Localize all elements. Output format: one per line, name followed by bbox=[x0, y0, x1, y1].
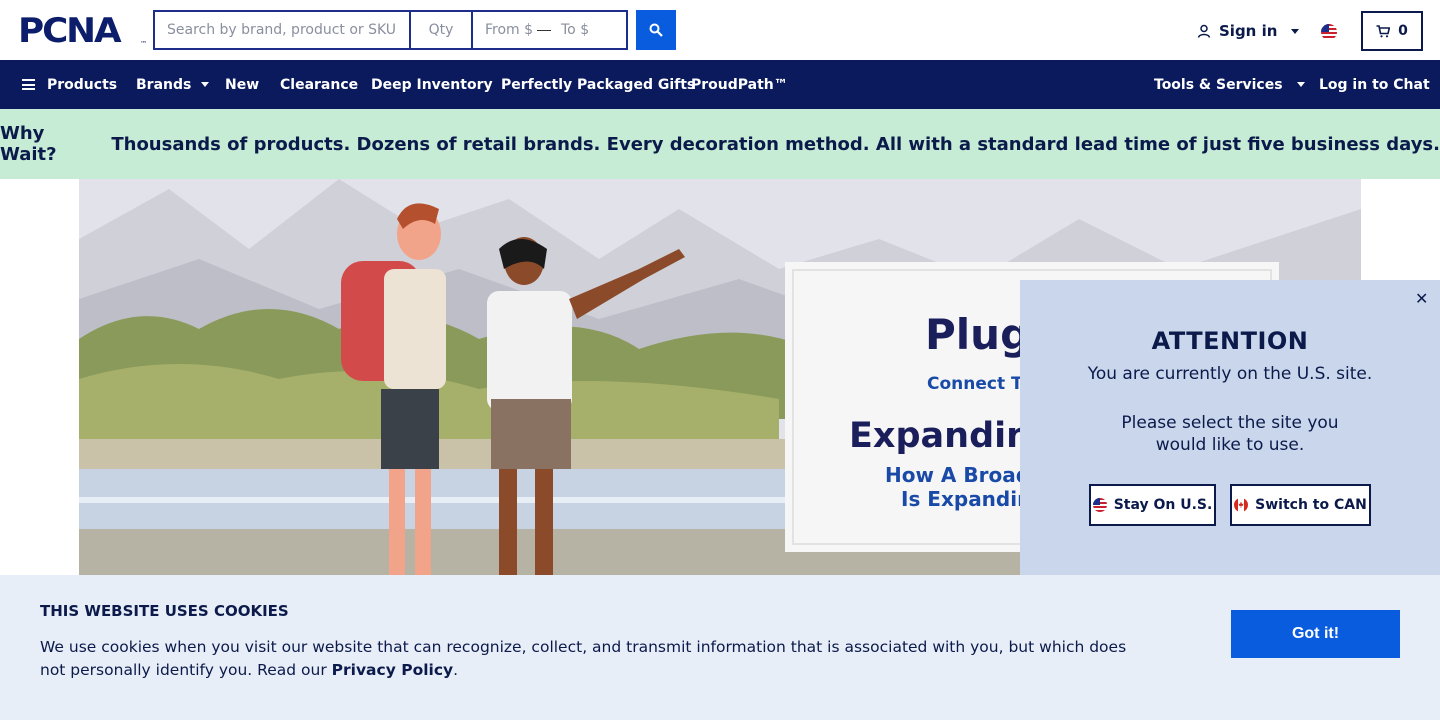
cookie-period: . bbox=[453, 661, 459, 679]
privacy-policy-link[interactable]: Privacy Policy bbox=[332, 661, 454, 679]
cart-icon bbox=[1376, 24, 1391, 37]
nav-tools-services[interactable]: Tools & Services bbox=[1154, 60, 1305, 109]
nav-gifts[interactable]: Perfectly Packaged Gifts bbox=[501, 60, 695, 109]
quantity-input[interactable] bbox=[411, 12, 473, 48]
us-flag-icon bbox=[1092, 498, 1107, 512]
nav-brands-label: Brands bbox=[136, 76, 192, 93]
cookie-body: We use cookies when you visit our websit… bbox=[40, 638, 1127, 679]
svg-text:Connect To: Connect To bbox=[927, 374, 1032, 394]
sign-in-label: Sign in bbox=[1219, 22, 1278, 40]
nav-proudpath[interactable]: ProudPath™ bbox=[691, 60, 788, 109]
dialog-current-site: You are currently on the U.S. site. bbox=[1087, 364, 1373, 384]
promo-text: Thousands of products. Dozens of retail … bbox=[105, 133, 1440, 155]
nav-deep-inventory[interactable]: Deep Inventory bbox=[371, 60, 493, 109]
search-form bbox=[153, 10, 628, 50]
sign-in-menu[interactable]: Sign in bbox=[1197, 22, 1300, 40]
promo-lead: Why Wait? bbox=[0, 123, 57, 165]
dialog-instruction-line1: Please select the site you bbox=[1121, 413, 1339, 433]
cart-count: 0 bbox=[1398, 23, 1408, 39]
canada-flag-icon bbox=[1234, 498, 1249, 512]
us-flag-icon[interactable] bbox=[1321, 24, 1337, 40]
chevron-down-icon bbox=[1296, 82, 1305, 87]
cookie-accept-button[interactable]: Got it! bbox=[1231, 610, 1400, 658]
stay-label: Stay On U.S. bbox=[1113, 497, 1213, 513]
nav-chat-login[interactable]: Log in to Chat bbox=[1319, 60, 1430, 109]
svg-text:Is Expandin: Is Expandin bbox=[901, 487, 1031, 511]
switch-label: Switch to CAN bbox=[1255, 497, 1367, 513]
site-selector-dialog: ✕ ATTENTION You are currently on the U.S… bbox=[1020, 280, 1440, 575]
nav-products[interactable]: Products bbox=[22, 60, 117, 109]
cookie-message: We use cookies when you visit our websit… bbox=[40, 636, 1140, 682]
logo-trademark: ™ bbox=[140, 40, 147, 48]
nav-new[interactable]: New bbox=[225, 60, 259, 109]
main-nav: Products Brands New Clearance Deep Inven… bbox=[0, 60, 1440, 109]
cart-button[interactable]: 0 bbox=[1361, 11, 1423, 51]
search-input[interactable] bbox=[155, 12, 411, 48]
dialog-instruction-line2: would like to use. bbox=[1155, 435, 1305, 455]
close-icon[interactable]: ✕ bbox=[1415, 289, 1428, 308]
nav-brands[interactable]: Brands bbox=[136, 60, 210, 109]
search-button[interactable] bbox=[636, 10, 676, 50]
dialog-title: ATTENTION bbox=[1151, 327, 1309, 355]
pcna-logo[interactable]: PCNA ™ bbox=[18, 11, 147, 51]
nav-products-label: Products bbox=[47, 76, 118, 93]
dialog-instructions: Please select the site you would like to… bbox=[1020, 412, 1440, 456]
cookie-title: THIS WEBSITE USES COOKIES bbox=[40, 602, 289, 620]
stay-on-us-button[interactable]: Stay On U.S. bbox=[1089, 484, 1216, 526]
logo-text: PCNA bbox=[18, 11, 122, 51]
chevron-down-icon bbox=[201, 82, 210, 87]
chevron-down-icon bbox=[1291, 28, 1300, 34]
svg-text:How A Broad: How A Broad bbox=[885, 463, 1030, 487]
search-icon bbox=[649, 23, 663, 37]
top-header: PCNA ™ Sign in 0 bbox=[0, 0, 1440, 60]
nav-tools-label: Tools & Services bbox=[1154, 76, 1283, 93]
nav-clearance[interactable]: Clearance bbox=[280, 60, 358, 109]
svg-text:Expandin: Expandin bbox=[849, 416, 1031, 456]
promo-banner: Why Wait? Thousands of products. Dozens … bbox=[0, 109, 1440, 179]
hamburger-icon bbox=[22, 79, 35, 90]
cookie-banner: THIS WEBSITE USES COOKIES We use cookies… bbox=[0, 575, 1440, 720]
user-icon bbox=[1197, 24, 1211, 38]
price-to-input[interactable] bbox=[553, 12, 613, 48]
switch-to-can-button[interactable]: Switch to CAN bbox=[1230, 484, 1371, 526]
price-range-dash bbox=[537, 29, 551, 31]
price-from-input[interactable] bbox=[473, 12, 535, 48]
